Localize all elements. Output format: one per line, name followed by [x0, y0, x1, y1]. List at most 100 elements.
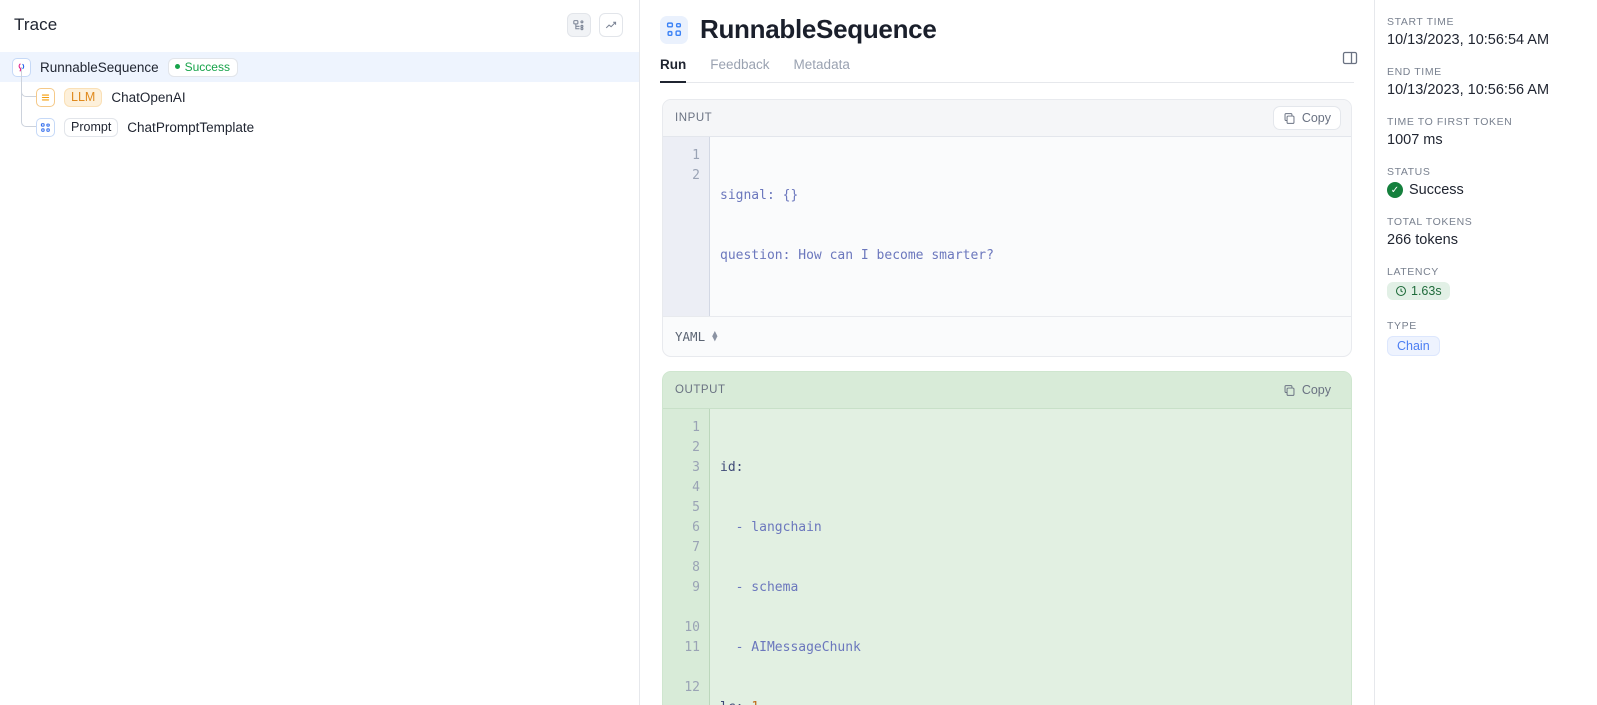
input-format-select[interactable]: YAML ▲ ▼ — [675, 329, 718, 344]
output-card-header: OUTPUT Copy — [663, 372, 1351, 409]
tree-node-chatopenai[interactable]: LLM ChatOpenAI — [0, 67, 639, 112]
output-card: OUTPUT Copy 1 2 3 4 5 6 7 8 9 10 11 12 i… — [662, 371, 1352, 705]
line-number: 10 — [684, 620, 700, 635]
code-line: - AIMessageChunk — [720, 640, 861, 655]
meta-label: STATUS — [1387, 166, 1431, 178]
tab-run[interactable]: Run — [660, 57, 687, 83]
meta-type: TYPE Chain — [1387, 320, 1581, 356]
status-dot — [174, 64, 180, 69]
line-number: 12 — [684, 680, 700, 695]
line-number: 1 — [692, 148, 700, 163]
yaml-key: signal: — [720, 188, 775, 203]
latency-value: 1.63s — [1411, 284, 1442, 298]
yaml-number: 1 — [751, 700, 759, 705]
tree-node-label: ChatPromptTemplate — [127, 119, 255, 135]
page-title-row: RunnableSequence — [660, 14, 1354, 45]
tab-feedback[interactable]: Feedback — [710, 57, 769, 83]
app-root: Trace RunnableSequence Success LLM ChatO… — [0, 0, 1597, 705]
output-code-text: id: - langchain - schema - AIMessageChun… — [709, 409, 1351, 705]
meta-label: START TIME — [1387, 16, 1455, 28]
copy-input-button[interactable]: Copy — [1272, 106, 1341, 130]
node-type-badge: LLM — [64, 87, 103, 107]
detail-tabs: Run Feedback Metadata — [660, 57, 1354, 83]
tree-node-chatprompttemplate[interactable]: Prompt ChatPromptTemplate — [0, 67, 639, 142]
check-circle-icon: ✓ — [1387, 182, 1403, 198]
line-number: 4 — [692, 480, 700, 495]
prompt-icon — [36, 117, 55, 137]
meta-value-row: ✓ Success — [1387, 182, 1581, 198]
yaml-value: How can I become smarter? — [790, 248, 994, 263]
trace-title: Trace — [14, 15, 58, 34]
clock-icon — [1395, 285, 1407, 297]
latency-badge: 1.63s — [1387, 282, 1450, 300]
yaml-key: question: — [720, 248, 791, 263]
meta-status: STATUS ✓ Success — [1387, 166, 1581, 198]
meta-latency: LATENCY 1.63s — [1387, 266, 1581, 302]
trace-tree: RunnableSequence Success LLM ChatOpenAI — [0, 50, 639, 142]
output-label: OUTPUT — [675, 384, 726, 396]
run-meta-panel: START TIME 10/13/2023, 10:56:54 AM END T… — [1375, 0, 1597, 705]
meta-label: LATENCY — [1387, 266, 1439, 278]
input-code-text: signal: {} question: How can I become sm… — [709, 137, 1351, 316]
meta-label: TIME TO FIRST TOKEN — [1387, 116, 1513, 128]
line-number: 11 — [684, 640, 700, 655]
status-badge: Success — [167, 57, 238, 77]
run-detail-body: INPUT Copy 1 2 signal: {} question: How … — [640, 83, 1374, 705]
code-line: question: How can I become smarter? — [720, 246, 1351, 266]
input-code-block: 1 2 signal: {} question: How can I becom… — [663, 137, 1351, 316]
node-type-badge: Prompt — [64, 117, 119, 137]
line-number: 5 — [692, 500, 700, 515]
meta-label: TOTAL TOKENS — [1387, 216, 1473, 228]
meta-value: Success — [1409, 182, 1464, 198]
panel-collapse-icon[interactable] — [1342, 50, 1360, 68]
code-line: - langchain — [720, 520, 822, 535]
meta-start-time: START TIME 10/13/2023, 10:56:54 AM — [1387, 16, 1581, 48]
tree-connector — [21, 67, 36, 127]
trace-header-actions — [567, 13, 623, 37]
status-badge-label: Success — [184, 59, 230, 74]
chain-icon — [660, 15, 688, 44]
meta-time-to-first-token: TIME TO FIRST TOKEN 1007 ms — [1387, 116, 1581, 148]
trace-panel: Trace RunnableSequence Success LLM ChatO… — [0, 0, 640, 705]
copy-input-label: Copy — [1301, 111, 1331, 125]
line-number: 2 — [692, 168, 700, 183]
chevron-updown-icon: ▲ ▼ — [712, 328, 718, 344]
code-line: lc: 1 — [720, 698, 1351, 705]
code-line: signal: {} — [720, 186, 1351, 206]
line-number: 1 — [692, 420, 700, 435]
type-badge: Chain — [1387, 336, 1440, 356]
input-card-footer: YAML ▲ ▼ — [663, 316, 1351, 356]
meta-end-time: END TIME 10/13/2023, 10:56:56 AM — [1387, 66, 1581, 98]
tree-node-runnablesequence[interactable]: RunnableSequence Success — [0, 52, 639, 82]
copy-output-button[interactable]: Copy — [1273, 378, 1341, 402]
meta-total-tokens: TOTAL TOKENS 266 tokens — [1387, 216, 1581, 248]
code-line: - schema — [720, 580, 799, 595]
code-line: id: — [720, 460, 744, 475]
output-code-block: 1 2 3 4 5 6 7 8 9 10 11 12 13 — [663, 409, 1351, 705]
tab-metadata[interactable]: Metadata — [794, 57, 850, 83]
meta-label: END TIME — [1387, 66, 1442, 78]
output-line-numbers: 1 2 3 4 5 6 7 8 9 10 11 12 13 — [663, 409, 709, 705]
line-number: 6 — [692, 520, 700, 535]
input-label: INPUT — [675, 112, 713, 124]
tree-node-label: RunnableSequence — [40, 59, 159, 75]
input-format-value: YAML — [675, 329, 706, 344]
run-detail-panel: RunnableSequence Run Feedback Metadata I… — [640, 0, 1375, 705]
copy-output-label: Copy — [1301, 383, 1331, 397]
meta-value: 10/13/2023, 10:56:54 AM — [1387, 32, 1550, 48]
page-title: RunnableSequence — [700, 14, 937, 44]
input-line-numbers: 1 2 — [663, 137, 709, 316]
line-number: 3 — [692, 460, 700, 475]
trend-chart-icon[interactable] — [599, 13, 623, 37]
line-number: 8 — [692, 560, 700, 575]
meta-value: 1007 ms — [1387, 132, 1443, 148]
line-number: 9 — [692, 580, 700, 595]
tree-node-label: ChatOpenAI — [111, 89, 186, 105]
meta-label: TYPE — [1387, 320, 1417, 332]
yaml-value: {} — [774, 188, 799, 203]
meta-value: 10/13/2023, 10:56:56 AM — [1387, 82, 1550, 98]
trace-header: Trace — [0, 0, 639, 50]
tree-view-icon[interactable] — [567, 13, 591, 37]
input-card-header: INPUT Copy — [663, 100, 1351, 137]
llm-icon — [36, 87, 55, 107]
